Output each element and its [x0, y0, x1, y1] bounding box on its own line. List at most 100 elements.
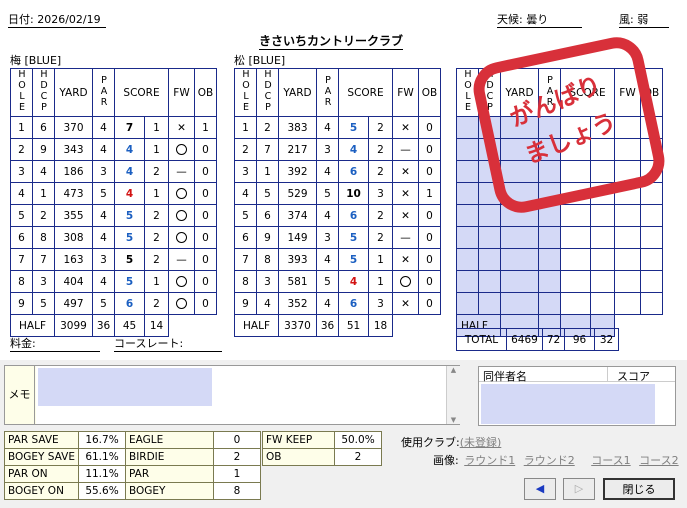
hole-row[interactable]: 9 5 497 5 6 2 0	[10, 292, 218, 315]
scroll-down-icon[interactable]: ▼	[447, 416, 460, 424]
empty-cell	[500, 292, 539, 315]
memo-textarea[interactable]	[36, 366, 446, 424]
hole-ob: 1	[418, 182, 442, 205]
hole-score: 6	[114, 292, 145, 315]
hole-row[interactable]: 5 2 355 4 5 2 0	[10, 204, 218, 227]
close-button[interactable]: 閉じる	[603, 478, 675, 500]
hole-ob: 0	[418, 226, 442, 249]
empty-cell	[538, 270, 561, 293]
hole-hdcp: 7	[32, 248, 55, 271]
empty-cell	[456, 248, 479, 271]
image-link-round2[interactable]: ラウンド2	[524, 454, 575, 467]
hole-row[interactable]: 7 8 393 4 5 1 ✕ 0	[234, 248, 442, 271]
hole-score: 4	[114, 160, 145, 183]
hole-row[interactable]: 9 4 352 4 6 3 ✕ 0	[234, 292, 442, 315]
hole-row[interactable]: 1 6 370 4 7 1 ✕ 1	[10, 116, 218, 139]
image-link-course1[interactable]: コース1	[591, 454, 630, 467]
next-button[interactable]: ▷	[563, 478, 595, 500]
companion-name-header[interactable]: 同伴者名	[483, 368, 527, 384]
prev-button[interactable]: ◀	[524, 478, 556, 500]
clubs-link[interactable]: (未登録)	[460, 436, 502, 449]
half-empty	[614, 314, 663, 337]
stat-row: PAR ON 11.1%	[4, 465, 126, 483]
hole-row[interactable]: 3 1 392 4 6 2 ✕ 0	[234, 160, 442, 183]
fairway-hit-icon	[176, 210, 188, 221]
hole-ob: 0	[194, 160, 218, 183]
hole-hdcp: 6	[32, 116, 55, 139]
hole-yard: 374	[278, 204, 317, 227]
hole-putts: 1	[143, 270, 170, 293]
hole-number: 7	[10, 248, 33, 271]
stat-label: PAR SAVE	[4, 431, 79, 449]
fairway-hit-icon	[176, 232, 188, 243]
companion-score-header[interactable]: スコア	[617, 368, 650, 384]
fw-cell: ✕	[392, 160, 420, 183]
hole-yard: 217	[278, 138, 317, 161]
hole-putts: 2	[367, 138, 394, 161]
stat-value: 61.1%	[78, 448, 126, 466]
hole-yard: 308	[54, 226, 93, 249]
hole-row[interactable]	[456, 248, 664, 271]
empty-cell	[478, 248, 501, 271]
memo-selection	[38, 368, 212, 406]
header-hdcp-text: HDCP	[38, 69, 50, 114]
hole-row[interactable]: 4 5 529 5 10 3 ✕ 1	[234, 182, 442, 205]
empty-cell	[589, 248, 616, 271]
half-putts: 14	[143, 314, 170, 337]
hole-row[interactable]: 7 7 163 3 5 2—0	[10, 248, 218, 271]
hole-hdcp: 1	[32, 182, 55, 205]
empty-cell	[538, 248, 561, 271]
hole-row[interactable]: 2 9 343 4 4 1 0	[10, 138, 218, 161]
stat-row: PAR SAVE 16.7%	[4, 431, 126, 449]
scroll-up-icon[interactable]: ▲	[447, 366, 460, 374]
memo-scrollbar[interactable]: ▲ ▼	[446, 366, 460, 424]
image-link-round1[interactable]: ラウンド1	[464, 454, 515, 467]
clubs-row: 使用クラブ:(未登録)	[401, 434, 501, 450]
hole-ob: 0	[418, 116, 442, 139]
hole-score: 5	[338, 226, 369, 249]
hole-putts: 1	[367, 248, 394, 271]
header-hdcp-text: HDCP	[262, 69, 274, 114]
hole-ob: 0	[194, 182, 218, 205]
hole-row[interactable]: 1 2 383 4 5 2 ✕ 0	[234, 116, 442, 139]
companions-list[interactable]: 同伴者名 スコア	[478, 366, 676, 426]
hole-yard: 352	[278, 292, 317, 315]
hole-ob: 1	[194, 116, 218, 139]
hole-putts: 2	[143, 292, 170, 315]
header-par-text: PAR	[322, 74, 334, 108]
fairway-hit-icon	[176, 276, 188, 287]
stat-value: 8	[213, 482, 261, 500]
empty-cell	[500, 248, 539, 271]
hole-hdcp: 9	[32, 138, 55, 161]
hole-score: 10	[338, 182, 369, 205]
fw-cell	[168, 138, 196, 161]
hole-number: 2	[234, 138, 257, 161]
clubs-label: 使用クラブ:	[401, 436, 460, 449]
empty-cell	[500, 270, 539, 293]
fw-cell	[168, 226, 196, 249]
hole-hdcp: 3	[256, 270, 279, 293]
image-link-course2[interactable]: コース2	[639, 454, 678, 467]
hole-ob: 0	[194, 248, 218, 271]
hole-row[interactable]: 6 9 149 3 5 2 — 0	[234, 226, 442, 249]
hole-row[interactable]	[456, 270, 664, 293]
total-yard: 6469	[506, 328, 543, 351]
hole-row[interactable]	[456, 292, 664, 315]
hole-ob: 0	[194, 270, 218, 293]
hole-row[interactable]: 4 1 473 5 4 1 0	[10, 182, 218, 205]
hole-hdcp: 6	[256, 204, 279, 227]
header-row: HOLE HDCP YARD PAR SCORE FW OB	[234, 68, 442, 117]
hole-row[interactable]: 5 6 374 4 6 2 ✕ 0	[234, 204, 442, 227]
hole-row[interactable]: 2 7 217 3 4 2—0	[234, 138, 442, 161]
hole-yard: 186	[54, 160, 93, 183]
hole-row[interactable]: 6 8 308 4 5 2 0	[10, 226, 218, 249]
hole-row[interactable]: 8 3 581 5 4 1 0	[234, 270, 442, 293]
hole-score: 4	[114, 182, 145, 205]
hole-hdcp: 9	[256, 226, 279, 249]
fw-cell: —	[392, 226, 420, 249]
hole-par: 4	[316, 248, 339, 271]
stat-value: 55.6%	[78, 482, 126, 500]
hole-row[interactable]: 3 4 186 3 4 2—0	[10, 160, 218, 183]
hole-row[interactable]: 8 3 404 4 5 1 0	[10, 270, 218, 293]
stats-score-table: EAGLE 0 BIRDIE 2 PAR 1 BOGEY 8	[125, 431, 261, 500]
